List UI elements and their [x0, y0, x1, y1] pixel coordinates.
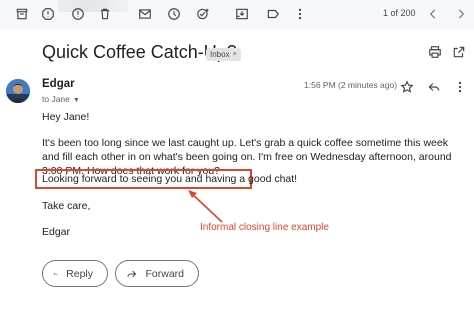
- more-vert-icon[interactable]: [292, 6, 308, 22]
- older-icon[interactable]: [453, 6, 469, 22]
- report-spam-icon[interactable]: [40, 6, 56, 22]
- avatar[interactable]: [6, 79, 30, 103]
- label-badge-text: Inbox: [210, 50, 230, 59]
- reply-icon[interactable]: [427, 80, 441, 94]
- newer-icon[interactable]: [425, 6, 441, 22]
- reply-button-label: Reply: [66, 267, 93, 280]
- recipient-line: to Jane: [42, 94, 70, 104]
- add-task-icon[interactable]: [195, 6, 211, 22]
- chevron-down-icon[interactable]: ▼: [73, 97, 80, 104]
- message-counter: 1 of 200: [383, 8, 416, 18]
- email-greeting: Hey Jane!: [42, 111, 90, 123]
- email-view: 1 of 200 Quick Coffee Catch-Up? Inbox × …: [0, 0, 474, 311]
- forward-icon: [127, 270, 137, 277]
- forward-button[interactable]: Forward: [115, 260, 199, 287]
- email-timestamp: 1:56 PM (2 minutes ago): [304, 80, 398, 90]
- open-in-new-window-icon[interactable]: [452, 45, 466, 59]
- delete-icon[interactable]: [97, 6, 113, 22]
- email-toolbar: 1 of 200: [0, 0, 474, 29]
- star-icon[interactable]: [400, 80, 414, 94]
- print-icon[interactable]: [428, 45, 442, 59]
- background-photo-strip: [58, 0, 128, 12]
- closing-line: Looking forward to seeing you and having…: [42, 173, 298, 185]
- reply-icon: [53, 272, 58, 275]
- reply-button[interactable]: Reply: [42, 260, 108, 287]
- report-spam-icon[interactable]: [70, 6, 86, 22]
- move-to-icon[interactable]: [234, 6, 250, 22]
- annotation-label: Informal closing line example: [200, 222, 329, 233]
- inbox-label-badge[interactable]: Inbox ×: [206, 48, 241, 61]
- sender-name: Edgar: [42, 78, 75, 90]
- email-sign-off: Take care,: [42, 200, 91, 212]
- label-icon[interactable]: [265, 6, 281, 22]
- snooze-icon[interactable]: [166, 6, 182, 22]
- remove-label-icon[interactable]: ×: [233, 51, 237, 58]
- archive-icon[interactable]: [14, 6, 30, 22]
- mark-unread-icon[interactable]: [137, 6, 153, 22]
- forward-button-label: Forward: [145, 267, 184, 280]
- annotation-arrow-icon: [188, 190, 223, 223]
- recipient-details-toggle[interactable]: to Jane ▼: [42, 94, 80, 104]
- email-signature: Edgar: [42, 226, 71, 238]
- more-vert-icon[interactable]: [453, 80, 467, 94]
